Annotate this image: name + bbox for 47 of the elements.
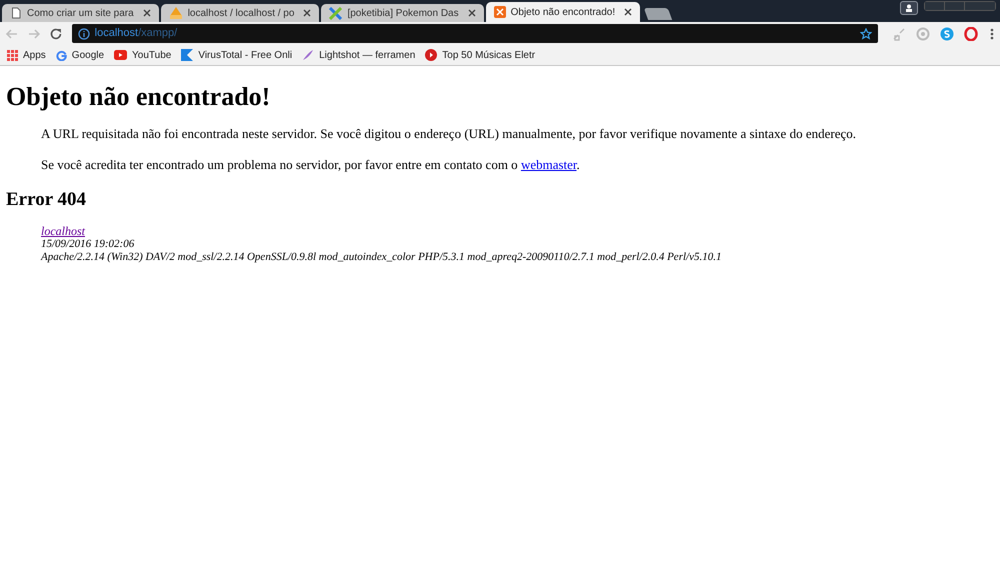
webmaster-link[interactable]: webmaster <box>520 156 577 172</box>
play-icon <box>114 50 128 60</box>
page-icon <box>10 7 22 19</box>
browser-tab[interactable]: localhost / localhost / po <box>160 4 320 22</box>
menu-icon[interactable] <box>988 26 996 40</box>
page-heading: Objeto não encontrado! <box>6 82 272 112</box>
tab-title: localhost / localhost / po <box>188 6 296 20</box>
play-circle-icon <box>425 49 438 61</box>
contact-paragraph: Se você acredita ter encontrado um problema no servidor, por favor entre em contato com o webmaster. <box>41 156 581 174</box>
tab-title: [poketibia] Pokemon Das <box>347 6 460 20</box>
address-bar[interactable]: localhost/xampp/ <box>72 24 878 43</box>
close-tab-icon[interactable] <box>142 9 151 17</box>
close-tab-icon[interactable] <box>468 9 476 17</box>
g-letter-icon <box>56 50 67 60</box>
profile-button[interactable] <box>900 1 918 15</box>
bookmark-item[interactable]: YouTube <box>114 48 172 62</box>
close-tab-icon[interactable] <box>624 8 632 16</box>
person-icon <box>905 4 913 12</box>
tab-title: Objeto não encontrado! <box>510 6 616 20</box>
error-heading: Error 404 <box>6 188 88 212</box>
star-icon[interactable] <box>860 28 872 40</box>
apps-grid-icon <box>7 50 18 60</box>
browser-tab[interactable]: Objeto não encontrado! <box>486 2 640 22</box>
flag-icon <box>181 49 194 61</box>
close-tab-icon[interactable] <box>303 9 312 17</box>
reload-icon[interactable] <box>48 26 64 42</box>
info-icon <box>78 28 90 40</box>
browser-tab[interactable]: [poketibia] Pokemon Das <box>321 4 484 22</box>
bookmark-item[interactable]: VirusTotal - Free Onli <box>181 48 292 62</box>
tab-title: Como criar um site para <box>27 6 135 20</box>
bookmark-item[interactable]: Apps <box>7 48 46 62</box>
host-link[interactable]: localhost <box>41 224 85 238</box>
opera-icon[interactable] <box>964 26 978 40</box>
bookmark-item[interactable]: Google <box>56 48 104 62</box>
new-tab-button[interactable] <box>644 8 672 20</box>
bookmark-item[interactable]: Lightshot — ferramen <box>302 48 416 62</box>
cross-icon <box>329 6 342 20</box>
triangle-logo-icon <box>168 7 183 19</box>
browser-tab[interactable]: Como criar um site para <box>2 4 159 22</box>
date-text: 15/09/2016 19:02:06 <box>41 238 134 250</box>
server-info: Apache/2.2.14 (Win32) DAV/2 mod_ssl/2.2.14 OpenSSL/0.9.8l mod_autoindex_color PHP/5.3.1 mod_apreq2-20090110/2.7.1 mod_perl/2.0.4 Perl/v5.10.1 <box>41 250 722 264</box>
error-paragraph: A URL requisitada não foi encontrada neste servidor. Se você digitou o endereço (URL) manualmente, por favor verifique novamente a sintaxe do endereço. <box>41 125 857 143</box>
url-text: localhost/xampp/ <box>94 26 178 42</box>
x-logo-icon <box>494 6 506 18</box>
skype-icon[interactable] <box>940 26 954 40</box>
bookmark-item[interactable]: Top 50 Músicas Eletr <box>425 48 536 62</box>
feather-icon <box>302 49 314 61</box>
